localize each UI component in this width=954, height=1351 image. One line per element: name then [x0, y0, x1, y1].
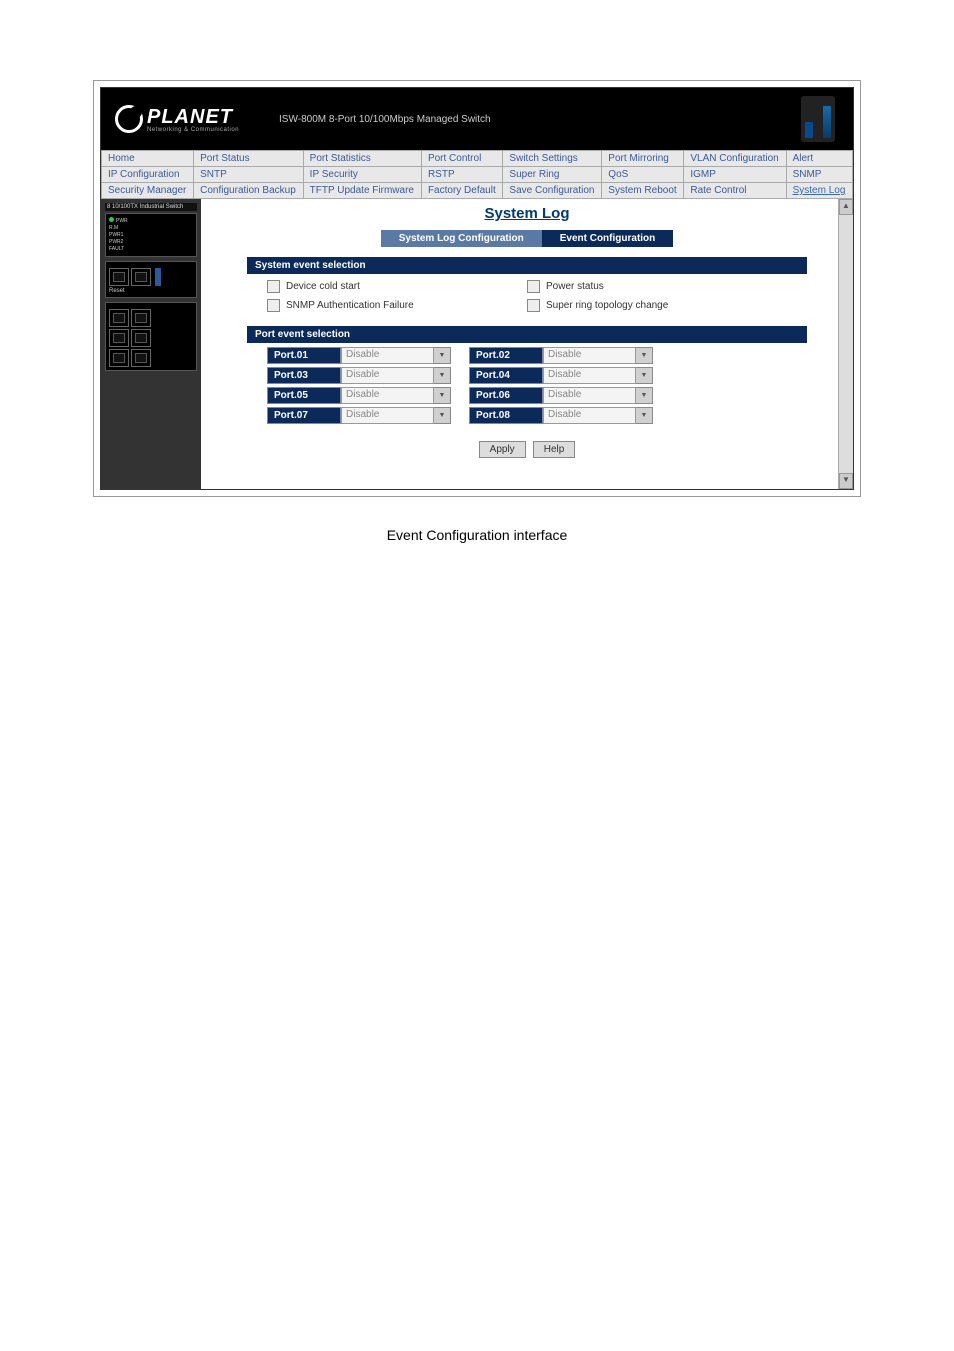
scroll-up-icon[interactable]: ▲ — [839, 199, 853, 215]
port08-label: Port.08 — [469, 407, 543, 424]
nav-port-control[interactable]: Port Control — [421, 151, 502, 167]
brand-tagline: Networking & Communication — [147, 127, 239, 133]
lbl-snmp-auth-failure: SNMP Authentication Failure — [286, 300, 414, 311]
figure-caption: Event Configuration interface — [0, 527, 954, 543]
sidebar-device-panel: 8 10/100TX Industrial Switch PWRR.MPWR1P… — [101, 199, 201, 489]
nav-security-mgr[interactable]: Security Manager — [102, 183, 194, 199]
port03-select[interactable]: Disable — [341, 367, 434, 384]
nav-tftp-update[interactable]: TFTP Update Firmware — [303, 183, 421, 199]
chk-super-ring-topo[interactable] — [527, 299, 540, 312]
port03-label: Port.03 — [267, 367, 341, 384]
port-event-heading: Port event selection — [247, 326, 807, 343]
tab-event-config[interactable]: Event Configuration — [542, 230, 674, 247]
chevron-down-icon[interactable]: ▼ — [434, 347, 451, 364]
nav-qos[interactable]: QoS — [602, 167, 684, 183]
port02-select[interactable]: Disable — [543, 347, 636, 364]
nav-home[interactable]: Home — [102, 151, 194, 167]
chk-snmp-auth-failure[interactable] — [267, 299, 280, 312]
product-title: ISW-800M 8-Port 10/100Mbps Managed Switc… — [279, 114, 491, 125]
port04-select[interactable]: Disable — [543, 367, 636, 384]
port04-label: Port.04 — [469, 367, 543, 384]
chk-device-cold-start[interactable] — [267, 280, 280, 293]
device-diagram-mid: Reset — [105, 261, 197, 298]
nav-port-mirroring[interactable]: Port Mirroring — [602, 151, 684, 167]
nav-port-statistics[interactable]: Port Statistics — [303, 151, 421, 167]
header-banner: PLANET Networking & Communication ISW-80… — [101, 88, 853, 150]
nav-alert[interactable]: Alert — [786, 151, 852, 167]
port02-label: Port.02 — [469, 347, 543, 364]
device-icon — [801, 96, 835, 142]
port05-select[interactable]: Disable — [341, 387, 434, 404]
nav-menu: Home Port Status Port Statistics Port Co… — [101, 150, 853, 199]
chk-power-status[interactable] — [527, 280, 540, 293]
port01-label: Port.01 — [267, 347, 341, 364]
chevron-down-icon[interactable]: ▼ — [636, 407, 653, 424]
help-button[interactable]: Help — [533, 441, 576, 458]
chevron-down-icon[interactable]: ▼ — [636, 387, 653, 404]
nav-save-config[interactable]: Save Configuration — [503, 183, 602, 199]
system-event-heading: System event selection — [247, 257, 807, 274]
chevron-down-icon[interactable]: ▼ — [434, 407, 451, 424]
lbl-power-status: Power status — [546, 281, 604, 292]
browser-frame: PLANET Networking & Communication ISW-80… — [93, 80, 861, 497]
port06-select[interactable]: Disable — [543, 387, 636, 404]
port05-label: Port.05 — [267, 387, 341, 404]
nav-switch-settings[interactable]: Switch Settings — [503, 151, 602, 167]
nav-super-ring[interactable]: Super Ring — [503, 167, 602, 183]
apply-button[interactable]: Apply — [479, 441, 526, 458]
chevron-down-icon[interactable]: ▼ — [434, 367, 451, 384]
device-diagram-top: PWRR.MPWR1PWR2FAULT — [105, 213, 197, 257]
nav-ip-security[interactable]: IP Security — [303, 167, 421, 183]
nav-sntp[interactable]: SNTP — [194, 167, 304, 183]
nav-system-reboot[interactable]: System Reboot — [602, 183, 684, 199]
page-title: System Log — [207, 205, 847, 222]
chevron-down-icon[interactable]: ▼ — [636, 347, 653, 364]
nav-system-log[interactable]: System Log — [786, 183, 852, 199]
nav-igmp[interactable]: IGMP — [684, 167, 786, 183]
tab-syslog-config[interactable]: System Log Configuration — [381, 230, 542, 247]
content-scrollbar[interactable]: ▲ ▼ — [838, 199, 853, 489]
tab-bar: System Log Configuration Event Configura… — [207, 230, 847, 247]
nav-factory-default[interactable]: Factory Default — [421, 183, 502, 199]
sidebar-model-label: 8 10/100TX Industrial Switch — [105, 203, 197, 211]
nav-rate-control[interactable]: Rate Control — [684, 183, 786, 199]
nav-snmp[interactable]: SNMP — [786, 167, 852, 183]
port08-select[interactable]: Disable — [543, 407, 636, 424]
brand-name: PLANET — [147, 106, 239, 129]
nav-config-backup[interactable]: Configuration Backup — [194, 183, 304, 199]
nav-rstp[interactable]: RSTP — [421, 167, 502, 183]
port-event-grid: Port.01 Disable▼ Port.02 Disable▼ Port.0… — [207, 343, 847, 431]
scroll-down-icon[interactable]: ▼ — [839, 473, 853, 489]
nav-vlan-config[interactable]: VLAN Configuration — [684, 151, 786, 167]
nav-port-status[interactable]: Port Status — [194, 151, 304, 167]
port06-label: Port.06 — [469, 387, 543, 404]
chevron-down-icon[interactable]: ▼ — [636, 367, 653, 384]
logo-icon — [115, 105, 143, 133]
port07-select[interactable]: Disable — [341, 407, 434, 424]
nav-ip-config[interactable]: IP Configuration — [102, 167, 194, 183]
device-diagram-ports — [105, 302, 197, 371]
lbl-super-ring-topo: Super ring topology change — [546, 300, 668, 311]
port07-label: Port.07 — [267, 407, 341, 424]
port01-select[interactable]: Disable — [341, 347, 434, 364]
brand-logo: PLANET Networking & Communication — [115, 105, 239, 133]
main-content: System Log System Log Configuration Even… — [201, 199, 853, 489]
lbl-device-cold-start: Device cold start — [286, 281, 360, 292]
chevron-down-icon[interactable]: ▼ — [434, 387, 451, 404]
